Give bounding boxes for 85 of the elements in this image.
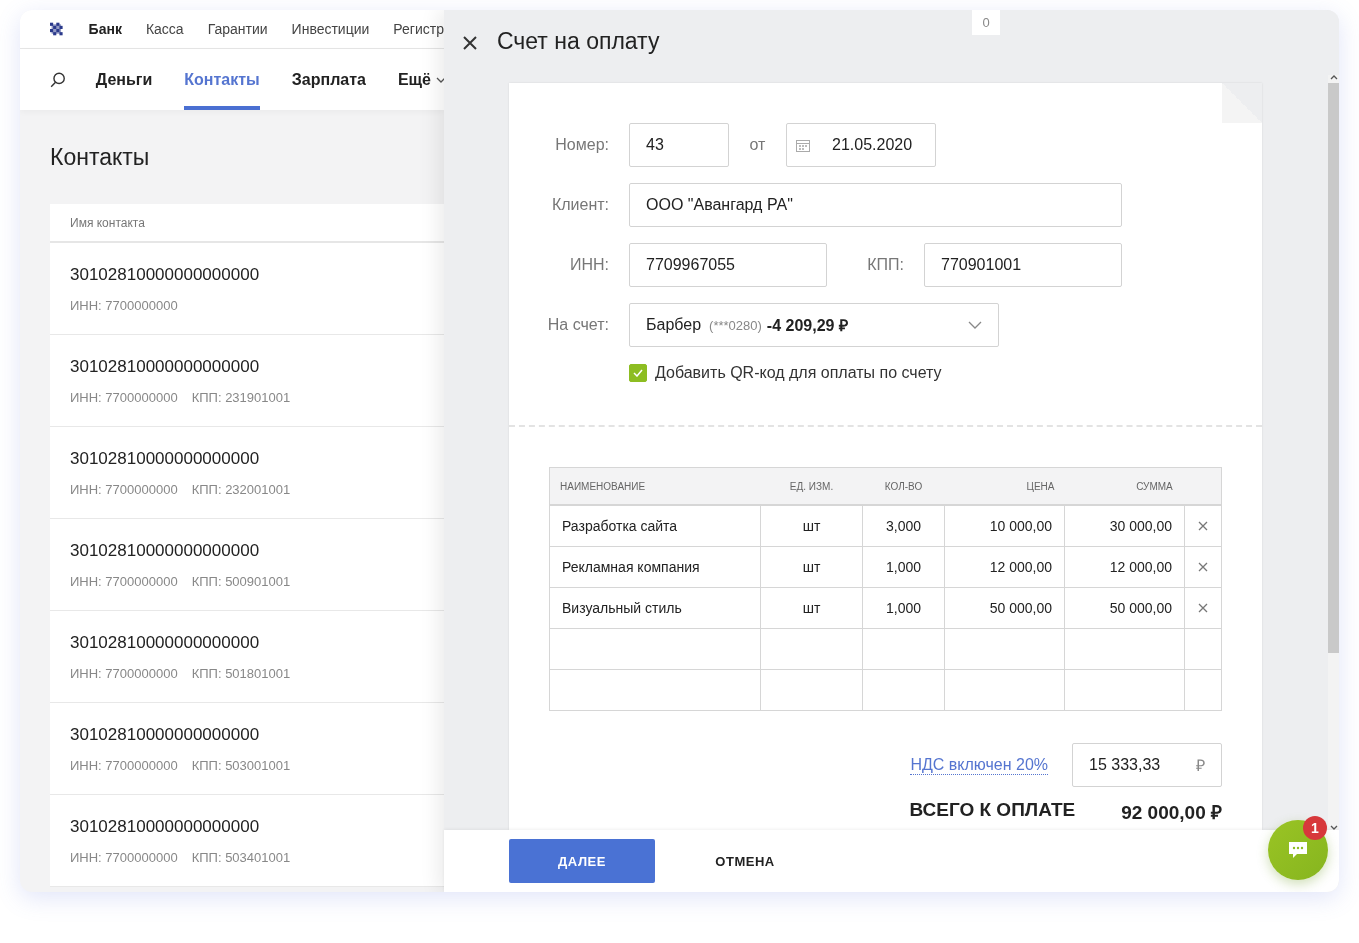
next-button[interactable]: ДАЛЕЕ	[509, 839, 655, 883]
cancel-button[interactable]: ОТМЕНА	[675, 839, 815, 883]
kpp-field[interactable]: 770901001	[924, 243, 1122, 287]
top-nav-link[interactable]: Инвестиции	[291, 21, 370, 37]
table-cell: 1,000	[862, 587, 945, 629]
vat-link[interactable]: НДС включен 20%	[910, 755, 1048, 775]
table-cell: 12 000,00	[944, 546, 1065, 588]
column-header: НАИМЕНОВАНИЕ	[549, 467, 761, 505]
folded-corner	[1222, 83, 1262, 123]
field-label: КПП:	[866, 256, 905, 274]
contact-name: 30102810000000000000	[70, 541, 261, 561]
kpp-text: КПП: 503001001	[191, 758, 291, 773]
scrollbar[interactable]	[1328, 75, 1339, 830]
table-cell: 30 000,00	[1064, 505, 1185, 547]
section-tab[interactable]: Зарплата	[291, 49, 366, 110]
table-cell: 12 000,00	[1064, 546, 1185, 588]
counter-badge: 0	[972, 10, 1000, 35]
page-title: Контакты	[50, 144, 151, 172]
inn-text: ИНН: 7700000000	[70, 666, 178, 681]
inn-text: ИНН: 7700000000	[70, 390, 178, 405]
inn-text: ИНН: 7700000000	[70, 482, 178, 497]
column-header: ЕД. ИЗМ.	[760, 467, 863, 505]
kpp-text: КПП: 232001001	[191, 482, 291, 497]
field-label: от	[748, 136, 767, 154]
kpp-text: КПП: 231901001	[191, 390, 291, 405]
client-field[interactable]: ООО "Авангард РА"	[629, 183, 1122, 227]
column-header: Имя контакта	[50, 204, 444, 243]
check-icon	[633, 369, 643, 377]
section-tab[interactable]: Контакты	[184, 49, 260, 110]
table-cell: шт	[760, 587, 863, 629]
inn-text: ИНН: 7700000000	[70, 758, 178, 773]
remove-icon[interactable]	[1198, 521, 1208, 531]
kpp-text: КПП: 503401001	[191, 850, 291, 865]
contact-name: 30102810000000000000	[70, 449, 261, 469]
field-label: ИНН:	[568, 256, 609, 274]
column-header: СУММА	[1064, 467, 1185, 505]
remove-icon[interactable]	[1198, 603, 1208, 613]
contact-name: 30102810000000000000	[70, 265, 261, 285]
close-icon[interactable]	[463, 35, 477, 50]
kpp-text: КПП: 501801001	[191, 666, 291, 681]
table-cell: 3,000	[862, 505, 945, 547]
calendar-icon	[796, 138, 810, 152]
account-select[interactable]: Барбер (***0280) -4 209,29 ₽	[629, 303, 999, 347]
chevron-down-icon	[968, 321, 982, 329]
inn-field[interactable]: 7709967055	[629, 243, 827, 287]
table-cell: 50 000,00	[944, 587, 1065, 629]
table-cell: шт	[760, 505, 863, 547]
table-cell: 50 000,00	[1064, 587, 1185, 629]
total-amount: 92 000,00 ₽	[1121, 801, 1222, 825]
checkbox-label: Добавить QR-код для оплаты по счету	[655, 364, 942, 382]
contact-name: 30102810000000000000	[70, 725, 261, 745]
qr-checkbox[interactable]	[629, 364, 647, 382]
chat-icon	[1288, 841, 1308, 859]
contact-name: 30102810000000000000	[70, 817, 261, 837]
top-nav-link[interactable]: Гарантии	[207, 21, 268, 37]
field-label: Клиент:	[550, 196, 609, 214]
top-nav-link[interactable]: Банк	[88, 21, 122, 37]
contact-name: 30102810000000000000	[70, 633, 261, 653]
table-cell: шт	[760, 546, 863, 588]
table-cell: Рекламная компания	[549, 546, 761, 588]
field-label: На счет:	[546, 316, 609, 334]
table-cell: 10 000,00	[944, 505, 1065, 547]
inn-text: ИНН: 7700000000	[70, 574, 178, 589]
number-field[interactable]: 43	[629, 123, 729, 167]
contact-name: 30102810000000000000	[70, 357, 261, 377]
top-nav-link[interactable]: Касса	[145, 21, 184, 37]
table-cell: Визуальный стиль	[549, 587, 761, 629]
column-header: ЦЕНА	[944, 467, 1065, 505]
kpp-text: КПП: 500901001	[191, 574, 291, 589]
table-cell: Разработка сайта	[549, 505, 761, 547]
inn-text: ИНН: 7700000000	[70, 298, 178, 313]
drawer-title: Счет на оплату	[497, 28, 660, 55]
scroll-up-icon[interactable]	[1329, 75, 1338, 80]
column-header: КОЛ-ВО	[862, 467, 945, 505]
table-cell: 1,000	[862, 546, 945, 588]
inn-text: ИНН: 7700000000	[70, 850, 178, 865]
section-tab[interactable]: Деньги	[95, 49, 153, 110]
date-field[interactable]: 21.05.2020	[786, 123, 936, 167]
logo-icon[interactable]	[50, 21, 63, 37]
remove-icon[interactable]	[1198, 562, 1208, 572]
field-label: Номер:	[554, 136, 609, 154]
top-nav-link[interactable]: Регистр	[393, 21, 444, 37]
scroll-down-icon[interactable]	[1329, 825, 1338, 830]
total-label: ВСЕГО К ОПЛАТЕ	[909, 799, 1076, 822]
vat-field[interactable]: 15 333,33 ₽	[1072, 743, 1222, 787]
